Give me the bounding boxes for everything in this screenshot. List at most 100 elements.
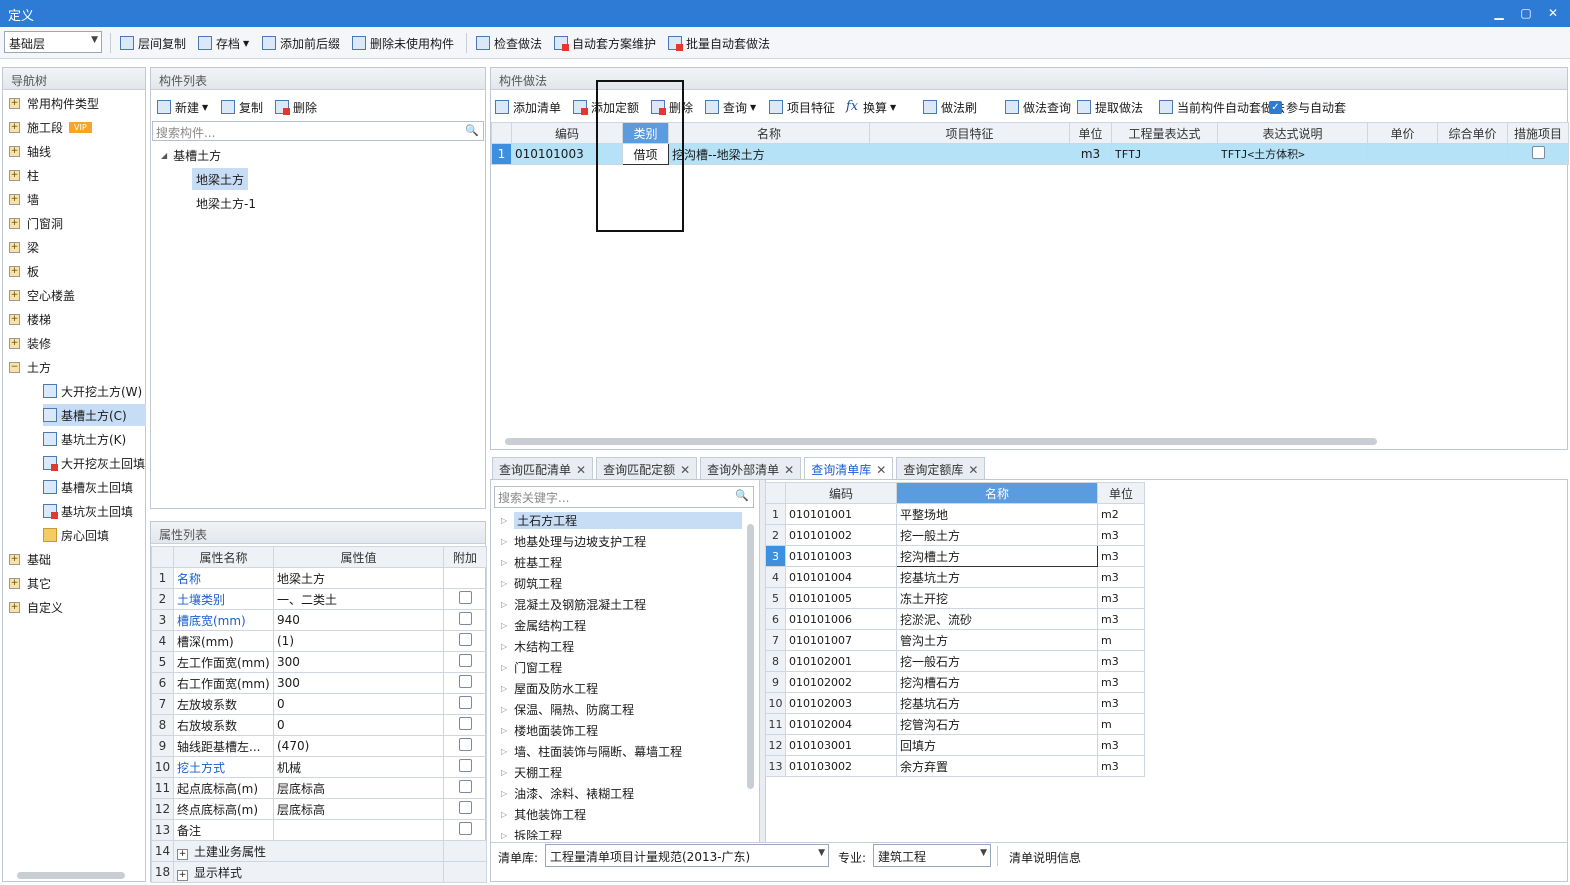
library-code-cell[interactable]: 010101001 [785, 503, 897, 525]
property-value-cell[interactable] [273, 819, 444, 841]
item-feature-button[interactable]: 项目特征 [769, 98, 835, 116]
property-row[interactable]: 2 土壤类别 一、二类土 [151, 588, 487, 610]
library-row[interactable]: 1 010101001 平整场地 m2 [765, 503, 1145, 525]
property-extra-cell[interactable] [443, 693, 487, 715]
library-tree-item[interactable]: ▷ 砌筑工程 [501, 573, 562, 594]
extra-checkbox[interactable] [458, 717, 472, 730]
row-number[interactable]: 10 [765, 692, 786, 714]
property-row[interactable]: 10 挖土方式 机械 [151, 756, 487, 778]
close-tab-icon[interactable]: ✕ [680, 463, 690, 477]
copy-component-button[interactable]: 复制 [221, 98, 263, 116]
close-tab-icon[interactable]: ✕ [876, 463, 886, 477]
expand-triangle-icon[interactable]: ▷ [501, 516, 507, 525]
library-unit-cell[interactable]: m [1097, 629, 1145, 651]
property-value-cell[interactable]: 层底标高 [273, 798, 444, 820]
property-value-cell[interactable]: 940 [273, 609, 444, 631]
tab-match-bill[interactable]: 查询匹配清单 ✕ [492, 457, 594, 479]
auto-apply-method-button[interactable]: 当前构件自动套做法 [1159, 98, 1285, 116]
expand-triangle-icon[interactable]: ▷ [501, 642, 507, 651]
property-value-cell[interactable]: (1) [273, 630, 444, 652]
collapse-icon[interactable]: − [9, 361, 20, 373]
library-unit-cell[interactable]: m [1097, 713, 1145, 735]
row-number[interactable]: 9 [765, 671, 786, 693]
expand-icon[interactable]: + [9, 289, 20, 301]
library-unit-cell[interactable]: m3 [1097, 755, 1145, 777]
library-code-cell[interactable]: 010103002 [785, 755, 897, 777]
library-tree-item[interactable]: ▷ 木结构工程 [501, 636, 574, 657]
archive-button[interactable]: 存档 ▼ [198, 34, 249, 52]
property-row[interactable]: 1 名称 地梁土方 [151, 567, 487, 589]
library-code-cell[interactable]: 010101006 [785, 608, 897, 630]
row-number[interactable]: 1 [491, 143, 512, 165]
property-extra-cell[interactable] [443, 735, 487, 757]
nav-item-decoration[interactable]: + 装修 [9, 332, 51, 354]
property-extra-cell[interactable] [443, 819, 487, 841]
extra-checkbox[interactable] [458, 780, 472, 793]
property-group-cell[interactable]: + 显示样式 [173, 861, 444, 883]
expand-triangle-icon[interactable]: ▷ [501, 726, 507, 735]
library-row[interactable]: 9 010102002 挖沟槽石方 m3 [765, 671, 1145, 693]
expand-triangle-icon[interactable]: ▷ [501, 663, 507, 672]
library-unit-cell[interactable]: m3 [1097, 566, 1145, 588]
property-row[interactable]: 18 + 显示样式 [151, 861, 487, 883]
extra-checkbox[interactable] [458, 696, 472, 709]
code-description-link[interactable]: 清单说明信息 [1009, 849, 1081, 866]
search-icon[interactable]: 🔍 [735, 489, 749, 502]
library-code-cell[interactable]: 010101003 [785, 545, 897, 567]
property-value-cell[interactable]: 机械 [273, 756, 444, 778]
property-row[interactable]: 13 备注 [151, 819, 487, 841]
expand-icon[interactable]: + [9, 577, 20, 589]
close-tab-icon[interactable]: ✕ [784, 463, 794, 477]
row-number[interactable]: 2 [765, 524, 786, 546]
library-code-cell[interactable]: 010102003 [785, 692, 897, 714]
extra-checkbox[interactable] [458, 738, 472, 751]
library-unit-cell[interactable]: m3 [1097, 545, 1145, 567]
expand-triangle-icon[interactable]: ▷ [501, 747, 507, 756]
component-item[interactable]: 地梁土方-1 [192, 192, 260, 214]
property-extra-cell[interactable] [443, 651, 487, 673]
method-expr-cell[interactable]: TFTJ [1111, 143, 1218, 165]
collapse-triangle-icon[interactable]: ◢ [161, 151, 167, 160]
expand-triangle-icon[interactable]: ▷ [501, 705, 507, 714]
nav-item-openings[interactable]: + 门窗洞 [9, 212, 63, 234]
expand-triangle-icon[interactable]: ▷ [501, 789, 507, 798]
library-row[interactable]: 5 010101005 冻土开挖 m3 [765, 587, 1145, 609]
property-value-cell[interactable]: 层底标高 [273, 777, 444, 799]
property-row[interactable]: 12 终点底标高(m) 层底标高 [151, 798, 487, 820]
library-name-cell[interactable]: 挖沟槽石方 [896, 671, 1098, 693]
library-row[interactable]: 11 010102004 挖管沟石方 m [765, 713, 1145, 735]
checkbox-icon[interactable]: ✓ [1269, 100, 1282, 114]
row-number[interactable]: 13 [765, 755, 786, 777]
row-number[interactable]: 12 [765, 734, 786, 756]
property-group-cell[interactable]: + 土建业务属性 [173, 840, 444, 862]
nav-item-foundation[interactable]: + 基础 [9, 548, 51, 570]
property-row[interactable]: 5 左工作面宽(mm) 300 [151, 651, 487, 673]
property-extra-cell[interactable] [443, 609, 487, 631]
expand-icon[interactable]: + [177, 848, 188, 860]
property-row[interactable]: 8 右放坡系数 0 [151, 714, 487, 736]
property-extra-cell[interactable] [443, 798, 487, 820]
property-value-cell[interactable]: (470) [273, 735, 444, 757]
query-button[interactable]: 查询 ▼ [705, 98, 756, 116]
expand-icon[interactable]: + [9, 601, 20, 613]
library-code-cell[interactable]: 010101005 [785, 587, 897, 609]
library-unit-cell[interactable]: m3 [1097, 671, 1145, 693]
row-number[interactable]: 3 [765, 545, 786, 567]
row-number[interactable]: 8 [765, 650, 786, 672]
method-query-button[interactable]: 做法查询 [1005, 98, 1071, 116]
auto-scheme-button[interactable]: 自动套方案维护 [554, 34, 656, 52]
property-value-cell[interactable]: 300 [273, 672, 444, 694]
search-icon[interactable]: 🔍 [465, 124, 479, 137]
nav-sub-item-trench-backfill[interactable]: 基槽灰土回填 [43, 476, 146, 498]
expand-icon[interactable]: + [9, 97, 20, 109]
method-horizontal-scrollbar[interactable] [505, 438, 1377, 445]
nav-sub-item-pit[interactable]: 基坑土方(K) [43, 428, 146, 450]
expand-triangle-icon[interactable]: ▷ [501, 537, 507, 546]
library-tree-item[interactable]: ▷ 其他装饰工程 [501, 804, 586, 825]
conversion-button[interactable]: fx 换算 ▼ [845, 98, 896, 116]
copy-between-floors-button[interactable]: 层间复制 [120, 34, 186, 52]
library-code-cell[interactable]: 010101002 [785, 524, 897, 546]
tree-vertical-scrollbar[interactable] [747, 524, 754, 789]
close-tab-icon[interactable]: ✕ [576, 463, 586, 477]
nav-item-column[interactable]: + 柱 [9, 164, 39, 186]
